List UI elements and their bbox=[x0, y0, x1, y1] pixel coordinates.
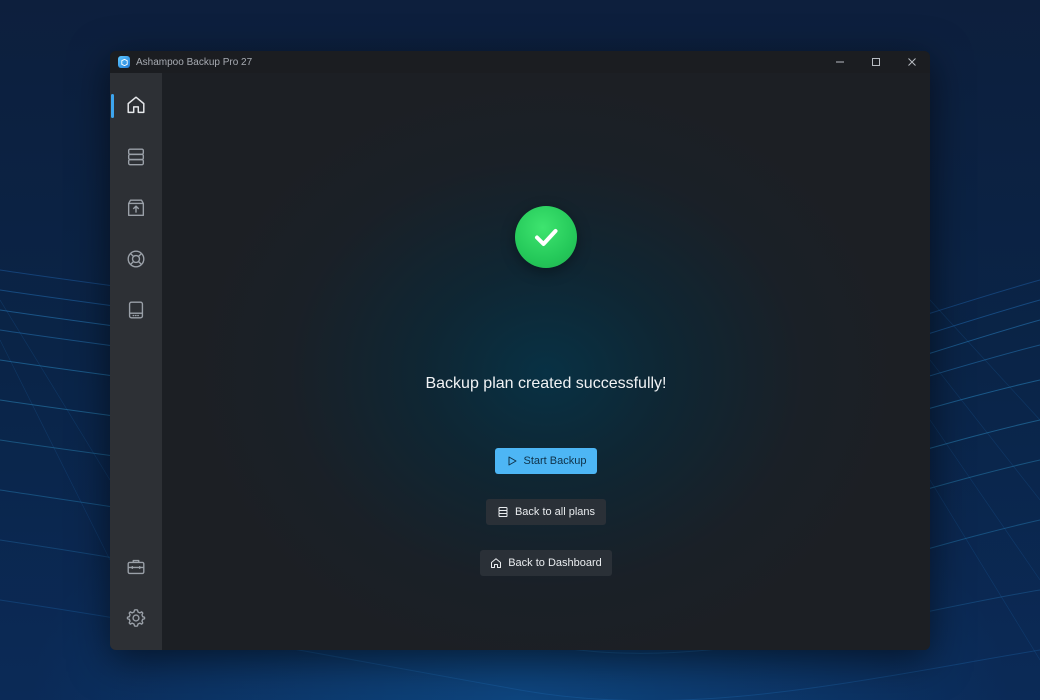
sidebar bbox=[110, 73, 162, 650]
close-icon bbox=[908, 58, 916, 66]
back-to-plans-label: Back to all plans bbox=[514, 506, 596, 518]
app-logo-icon bbox=[118, 56, 130, 68]
server-icon bbox=[127, 148, 145, 166]
minimize-button[interactable] bbox=[822, 51, 858, 73]
window-controls bbox=[822, 51, 930, 73]
close-button[interactable] bbox=[894, 51, 930, 73]
gear-icon bbox=[126, 609, 146, 627]
box-upload-icon bbox=[127, 199, 145, 217]
toolbox-icon bbox=[127, 559, 145, 575]
check-circle-icon bbox=[515, 206, 577, 268]
title-bar[interactable]: Ashampoo Backup Pro 27 bbox=[110, 51, 930, 73]
lifebuoy-icon bbox=[127, 250, 145, 268]
home-icon bbox=[127, 96, 145, 114]
sidebar-item-drives[interactable] bbox=[110, 290, 162, 330]
success-message: Backup plan created successfully! bbox=[425, 375, 667, 392]
back-to-plans-button[interactable]: Back to all plans bbox=[486, 499, 606, 525]
sidebar-item-restore[interactable] bbox=[110, 188, 162, 228]
server-icon bbox=[498, 507, 508, 517]
drive-icon bbox=[128, 301, 144, 319]
play-icon bbox=[508, 456, 516, 466]
start-backup-label: Start Backup bbox=[523, 455, 587, 467]
start-backup-button[interactable]: Start Backup bbox=[495, 448, 597, 474]
sidebar-item-home[interactable] bbox=[110, 85, 162, 125]
back-to-dashboard-label: Back to Dashboard bbox=[508, 557, 602, 569]
sidebar-item-backup-plans[interactable] bbox=[110, 137, 162, 177]
maximize-icon bbox=[872, 58, 880, 66]
minimize-icon bbox=[836, 61, 844, 63]
main-content: Backup plan created successfully! Start … bbox=[162, 73, 930, 650]
sidebar-item-settings[interactable] bbox=[110, 598, 162, 638]
home-icon bbox=[491, 558, 502, 568]
maximize-button[interactable] bbox=[858, 51, 894, 73]
back-to-dashboard-button[interactable]: Back to Dashboard bbox=[480, 550, 612, 576]
app-window: Ashampoo Backup Pro 27 Backup plan creat… bbox=[110, 51, 930, 650]
window-title: Ashampoo Backup Pro 27 bbox=[136, 56, 253, 68]
sidebar-item-tools[interactable] bbox=[110, 547, 162, 587]
sidebar-item-help[interactable] bbox=[110, 239, 162, 279]
